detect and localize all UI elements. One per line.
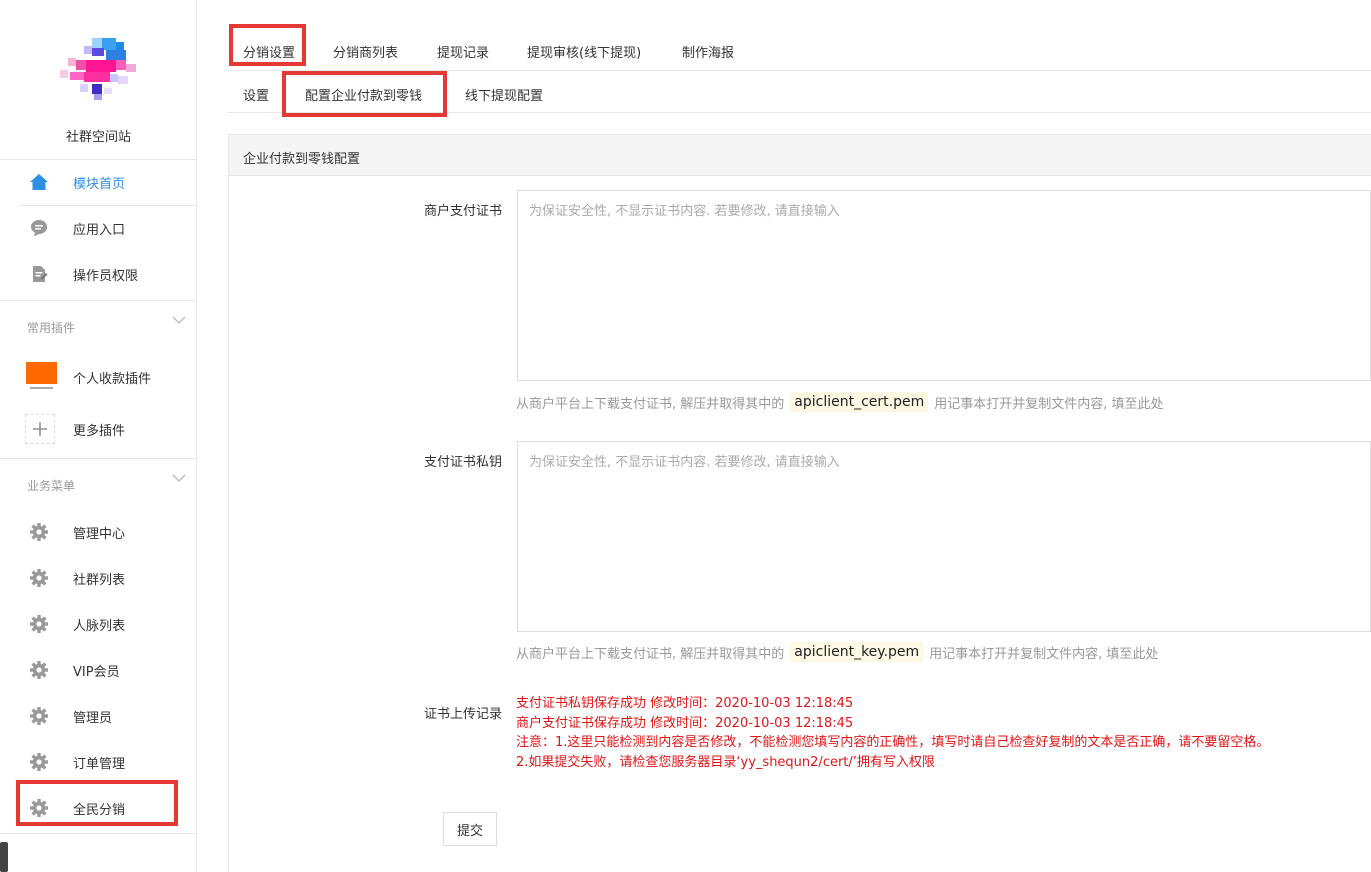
sidebar-item-label: 人脉列表 <box>73 618 126 634</box>
help-text-after: 用记事本打开并复制文件内容, 填至此处 <box>929 646 1159 662</box>
submit-button[interactable]: 提交 <box>443 812 497 846</box>
sidebar-item-label: 应用入口 <box>73 222 126 238</box>
cert-field-label: 商户支付证书 <box>423 204 502 219</box>
panel-title: 企业付款到零钱配置 <box>243 152 361 167</box>
gear-icon <box>28 567 50 589</box>
sidebar-item-label: 订单管理 <box>73 756 126 772</box>
sidebar-item-label: 社群列表 <box>73 572 126 588</box>
highlight-box <box>282 71 447 117</box>
panel-header: 企业付款到零钱配置 <box>229 135 1371 176</box>
site-logo <box>60 38 136 100</box>
sidebar-item-operator-permissions[interactable]: 操作员权限 <box>0 254 197 294</box>
sidebar-item-contacts-list[interactable]: 人脉列表 <box>0 604 197 644</box>
highlight-box <box>229 24 306 66</box>
sidebar-item-label: 操作员权限 <box>73 268 139 284</box>
sidebar-item-vip-members[interactable]: VIP会员 <box>0 650 197 690</box>
tab-offline-withdraw-config[interactable]: 线下提现配置 <box>465 85 543 104</box>
tab-withdraw-records[interactable]: 提现记录 <box>437 42 489 61</box>
document-edit-icon <box>28 263 50 285</box>
log-line: 商户支付证书保存成功 修改时间：2020-10-03 12:18:45 <box>516 715 854 731</box>
sidebar-item-payment-plugin[interactable]: 个人收款插件 <box>0 357 197 397</box>
key-filename: apiclient_key.pem <box>790 642 924 662</box>
sidebar-item-label: 管理员 <box>73 710 113 726</box>
divider <box>0 300 197 301</box>
scrollbar-handle[interactable] <box>0 842 8 872</box>
sidebar-item-label: 个人收款插件 <box>73 371 152 387</box>
upload-log: 支付证书私钥保存成功 修改时间：2020-10-03 12:18:45 商户支付… <box>516 694 1269 772</box>
key-help-text: 从商户平台上下载支付证书, 解压并取得其中的 apiclient_key.pem… <box>516 642 1158 662</box>
gear-icon <box>28 751 50 773</box>
log-line: 注意：1.这里只能检测到内容是否修改，不能检测您填写内容的正确性，填写时请自己检… <box>516 735 1270 750</box>
help-text-after: 用记事本打开并复制文件内容, 填至此处 <box>934 396 1164 412</box>
divider <box>0 458 197 459</box>
gear-icon <box>28 705 50 727</box>
gear-icon <box>28 659 50 681</box>
sidebar-item-label: 更多插件 <box>73 423 126 439</box>
sidebar-item-label: 模块首页 <box>73 176 126 192</box>
chevron-down-icon[interactable] <box>172 472 186 486</box>
sidebar-item-community-list[interactable]: 社群列表 <box>0 558 197 598</box>
chat-bubble-icon <box>28 217 50 239</box>
divider <box>20 205 197 206</box>
divider <box>0 833 197 834</box>
cert-textarea[interactable] <box>517 190 1371 381</box>
tab-make-poster[interactable]: 制作海报 <box>682 42 734 61</box>
sidebar-item-app-entry[interactable]: 应用入口 <box>0 208 197 248</box>
help-text-before: 从商户平台上下载支付证书, 解压并取得其中的 <box>516 396 785 412</box>
primary-tabs: 分销设置 分销商列表 提现记录 提现审核(线下提现) 制作海报 <box>228 26 1371 71</box>
payment-plugin-icon <box>26 361 57 393</box>
sidebar: 社群空间站 模块首页 应用入口 操作员权限 常用插件 个人收款插件 更多插件 业… <box>0 0 197 872</box>
tab-withdraw-review[interactable]: 提现审核(线下提现) <box>527 42 641 61</box>
sidebar-item-home[interactable]: 模块首页 <box>0 162 197 202</box>
key-field-label: 支付证书私钥 <box>423 455 502 470</box>
tab-settings[interactable]: 设置 <box>243 85 269 104</box>
chevron-down-icon[interactable] <box>172 314 186 328</box>
group-title-plugins: 常用插件 <box>27 321 76 335</box>
divider <box>0 159 197 160</box>
tab-distributor-list[interactable]: 分销商列表 <box>333 42 398 61</box>
sidebar-item-more-plugins[interactable]: 更多插件 <box>0 409 197 449</box>
log-line: 支付证书私钥保存成功 修改时间：2020-10-03 12:18:45 <box>516 696 854 711</box>
group-title-business: 业务菜单 <box>27 479 76 493</box>
highlight-box <box>16 780 178 826</box>
sidebar-item-label: 管理中心 <box>73 526 126 542</box>
cert-help-text: 从商户平台上下载支付证书, 解压并取得其中的 apiclient_cert.pe… <box>516 392 1163 412</box>
sidebar-item-order-management[interactable]: 订单管理 <box>0 742 197 782</box>
site-name: 社群空间站 <box>65 130 131 145</box>
gear-icon <box>28 521 50 543</box>
sidebar-item-management-center[interactable]: 管理中心 <box>0 512 197 552</box>
help-text-before: 从商户平台上下载支付证书, 解压并取得其中的 <box>516 646 785 662</box>
home-icon <box>28 171 50 193</box>
cert-filename: apiclient_cert.pem <box>790 392 929 412</box>
plus-icon <box>25 414 55 444</box>
upload-log-label: 证书上传记录 <box>423 707 502 722</box>
sidebar-item-admins[interactable]: 管理员 <box>0 696 197 736</box>
sidebar-item-label: VIP会员 <box>73 664 120 680</box>
gear-icon <box>28 613 50 635</box>
key-textarea[interactable] <box>517 441 1371 632</box>
log-line: 2.如果提交失败，请检查您服务器目录‘yy_shequn2/cert/’拥有写入… <box>516 754 935 770</box>
